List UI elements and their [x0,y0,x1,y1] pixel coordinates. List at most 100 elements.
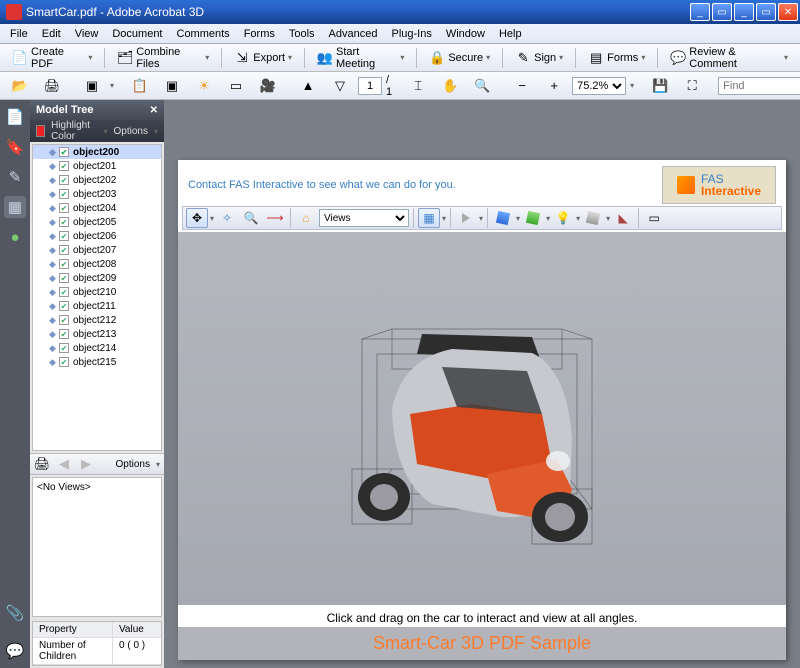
sidebar-sign-icon[interactable]: ✎ [4,166,26,188]
menu-advanced[interactable]: Advanced [323,26,384,42]
forms-button[interactable]: ▤Forms ▾ [582,47,651,69]
3d-cube1-button[interactable] [492,208,514,228]
3d-button[interactable]: ▣ [158,75,186,97]
tree-item-object215[interactable]: ◆✔object215 [33,355,161,369]
tree-checkbox[interactable]: ✔ [59,217,69,227]
3d-pan-button[interactable]: ✧ [216,208,238,228]
3d-home-button[interactable]: ⌂ [295,208,317,228]
menu-plugins[interactable]: Plug-Ins [385,26,437,42]
camera-button[interactable]: 🎥 [254,75,282,97]
tree-item-object210[interactable]: ◆✔object210 [33,285,161,299]
tree-item-object209[interactable]: ◆✔object209 [33,271,161,285]
sign-button[interactable]: ✎Sign ▾ [509,47,569,69]
tree-checkbox[interactable]: ✔ [59,315,69,325]
views-list[interactable]: <No Views> [32,477,162,617]
tree-checkbox[interactable]: ✔ [59,175,69,185]
hand-tool-button[interactable]: ✋ [436,75,464,97]
tree-item-object211[interactable]: ◆✔object211 [33,299,161,313]
sidebar-help-icon[interactable]: ● [4,226,26,248]
3d-measure-button[interactable]: ⟶ [264,208,286,228]
find-input[interactable] [718,77,800,95]
tree-checkbox[interactable]: ✔ [59,259,69,269]
model-tree[interactable]: ◆✔object200◆✔object201◆✔object202◆✔objec… [32,144,162,451]
secure-button[interactable]: 🔒Secure ▾ [423,47,496,69]
panel-options-button[interactable]: Options [114,126,148,137]
tree-checkbox[interactable]: ✔ [59,273,69,283]
menu-comments[interactable]: Comments [171,26,236,42]
zoom-select[interactable]: 75.2% [572,77,626,95]
attach-icon[interactable]: ▣ [78,75,106,97]
zoom-tool-button[interactable]: 🔍 [468,75,496,97]
menu-file[interactable]: File [4,26,34,42]
views-print-icon[interactable]: 🖨 [34,456,50,472]
sidebar-pages-icon[interactable]: 📄 [4,106,26,128]
tree-item-object200[interactable]: ◆✔object200 [33,145,161,159]
page-layout-button[interactable]: ▭ [222,75,250,97]
menu-edit[interactable]: Edit [36,26,67,42]
tree-item-object205[interactable]: ◆✔object205 [33,215,161,229]
tree-checkbox[interactable]: ✔ [59,357,69,367]
sidebar-comment-icon[interactable]: 💬 [4,640,26,662]
3d-views-select[interactable]: Views [319,209,409,227]
3d-zoom-button[interactable]: 🔍 [240,208,262,228]
maximize-button[interactable]: ▭ [756,3,776,21]
open-button[interactable]: 📂 [6,75,34,97]
tree-item-object206[interactable]: ◆✔object206 [33,229,161,243]
prev-page-button[interactable]: ▲ [294,75,322,97]
3d-proj-button[interactable]: ▦ [418,208,440,228]
menu-forms[interactable]: Forms [238,26,281,42]
tree-checkbox[interactable]: ✔ [59,147,69,157]
menu-tools[interactable]: Tools [283,26,321,42]
3d-bg-button[interactable] [582,208,604,228]
tree-item-object213[interactable]: ◆✔object213 [33,327,161,341]
zoom-in-button[interactable]: + [540,75,568,97]
print-button[interactable]: 🖨 [38,75,66,97]
views-prev-icon[interactable]: ◀ [56,456,72,472]
menu-window[interactable]: Window [440,26,491,42]
tree-item-object201[interactable]: ◆✔object201 [33,159,161,173]
tree-checkbox[interactable]: ✔ [59,287,69,297]
tree-checkbox[interactable]: ✔ [59,301,69,311]
views-next-icon[interactable]: ▶ [78,456,94,472]
panel-close-button[interactable]: ✕ [150,105,158,116]
tree-item-object207[interactable]: ◆✔object207 [33,243,161,257]
sidebar-bookmarks-icon[interactable]: 🔖 [4,136,26,158]
fit-button[interactable]: ⛶ [678,75,706,97]
tree-checkbox[interactable]: ✔ [59,203,69,213]
tree-item-object203[interactable]: ◆✔object203 [33,187,161,201]
review-button[interactable]: 💬Review & Comment ▾ [664,43,794,73]
3d-viewport[interactable] [178,232,786,605]
minimize-button[interactable]: _ [734,3,754,21]
tree-item-object212[interactable]: ◆✔object212 [33,313,161,327]
tree-checkbox[interactable]: ✔ [59,161,69,171]
car-model[interactable] [322,279,642,559]
tree-item-object204[interactable]: ◆✔object204 [33,201,161,215]
tree-item-object208[interactable]: ◆✔object208 [33,257,161,271]
3d-rotate-button[interactable]: ✥ [186,208,208,228]
3d-cross-button[interactable]: ◣ [612,208,634,228]
zoom-out-button[interactable]: − [508,75,536,97]
3d-light-button[interactable]: 💡 [552,208,574,228]
tree-checkbox[interactable]: ✔ [59,329,69,339]
next-page-button[interactable]: ▽ [326,75,354,97]
select-tool-button[interactable]: ⌶ [404,75,432,97]
3d-cube2-button[interactable] [522,208,544,228]
sun-button[interactable]: ☀ [190,75,218,97]
tree-checkbox[interactable]: ✔ [59,231,69,241]
user-minimize-button[interactable]: _ [690,3,710,21]
page-input[interactable] [358,77,382,95]
capture-button[interactable]: 📋 [126,75,154,97]
tree-item-object214[interactable]: ◆✔object214 [33,341,161,355]
user-restore-button[interactable]: ▭ [712,3,732,21]
menu-help[interactable]: Help [493,26,528,42]
tree-checkbox[interactable]: ✔ [59,343,69,353]
sidebar-attach-icon[interactable]: 📎 [4,602,26,624]
views-options-button[interactable]: Options [116,459,150,470]
save-button[interactable]: 💾 [646,75,674,97]
export-button[interactable]: ⇲Export ▾ [228,47,298,69]
menu-document[interactable]: Document [106,26,168,42]
tree-checkbox[interactable]: ✔ [59,189,69,199]
tree-checkbox[interactable]: ✔ [59,245,69,255]
highlight-color-swatch[interactable] [36,125,45,137]
combine-files-button[interactable]: 🗂Combine Files ▾ [111,43,215,73]
